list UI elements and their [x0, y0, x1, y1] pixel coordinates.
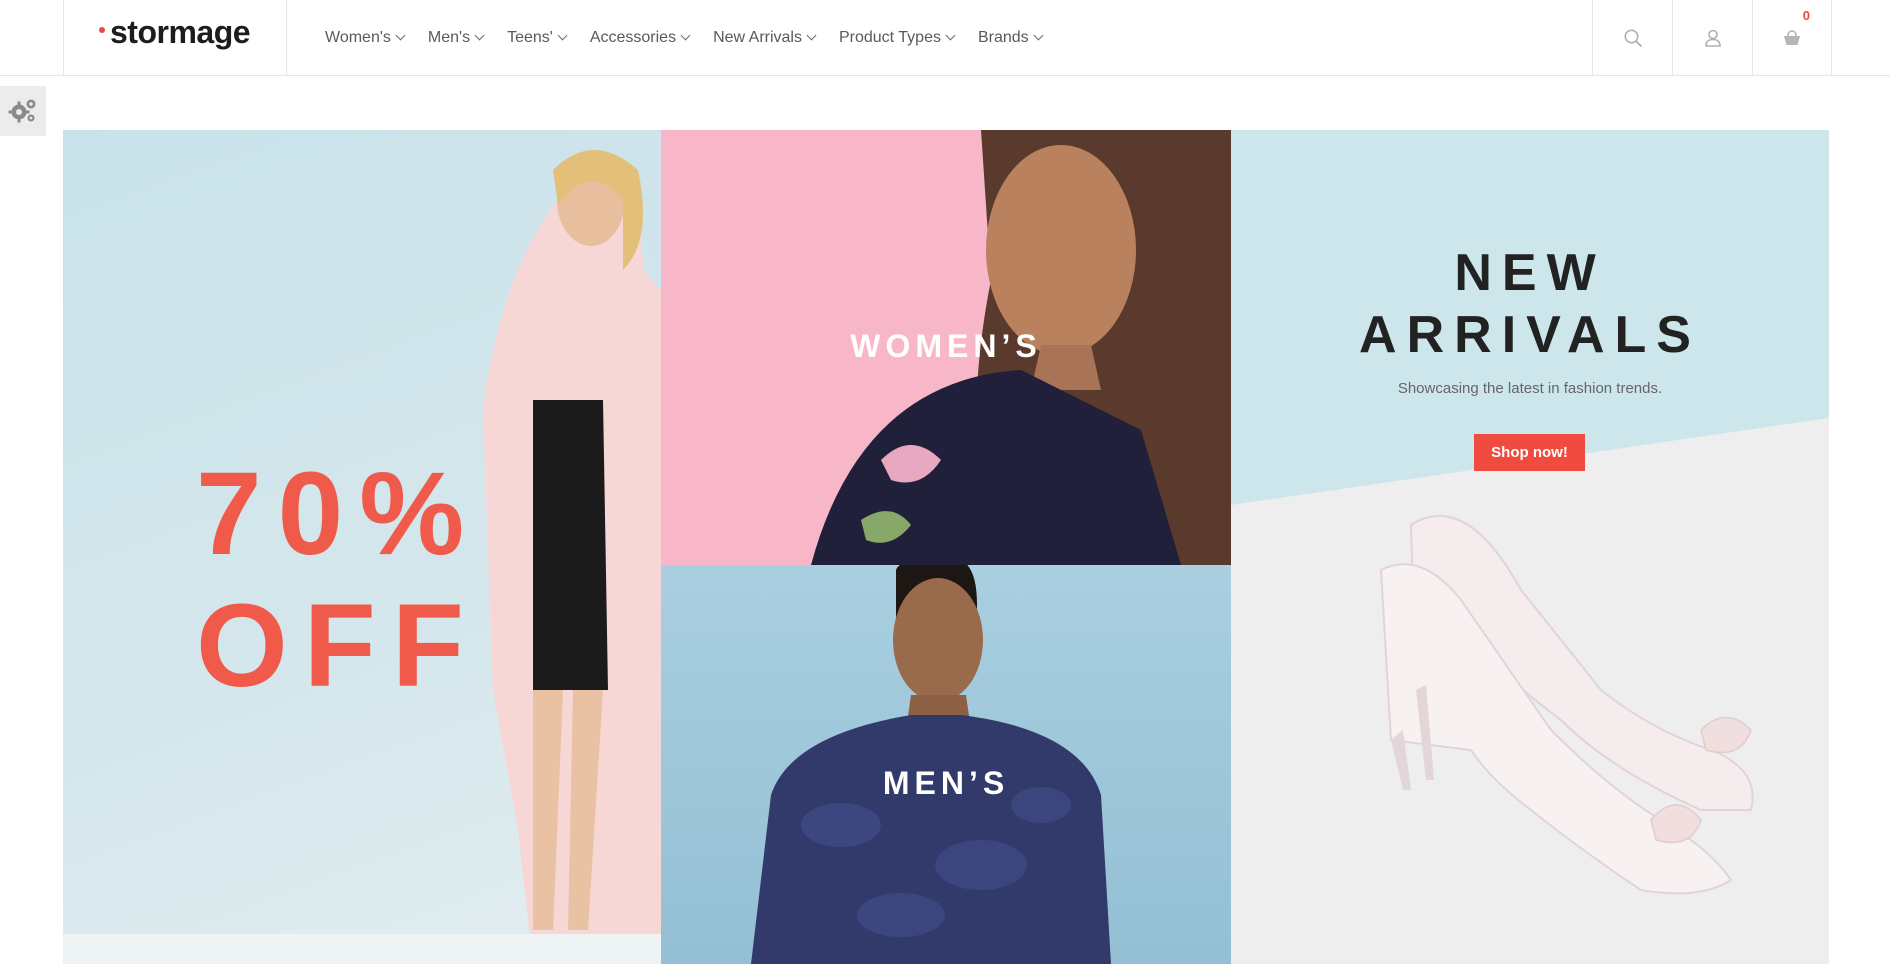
chevron-down-icon [680, 30, 691, 41]
account-button[interactable] [1672, 0, 1752, 75]
main-nav: Women's Men's Teens' Accessories New Arr… [325, 0, 1066, 75]
floor [63, 934, 661, 964]
new-arrivals-line2: ARRIVALS [1359, 306, 1701, 364]
new-arrivals-banner[interactable]: NEW ARRIVALS Showcasing the latest in fa… [1231, 130, 1829, 964]
nav-item-womens[interactable]: Women's [325, 28, 406, 47]
new-arrivals-subtitle: Showcasing the latest in fashion trends. [1397, 380, 1663, 397]
nav-item-label: Teens' [507, 28, 553, 46]
site-header: stormage Women's Men's Teens' Accessorie… [0, 0, 1890, 76]
gears-icon [8, 99, 36, 123]
womens-label: WOMEN’S [850, 328, 1042, 364]
chevron-down-icon [1033, 30, 1044, 41]
nav-item-accessories[interactable]: Accessories [589, 28, 691, 47]
site-logo[interactable]: stormage [110, 14, 251, 51]
shop-now-button[interactable]: Shop now! [1474, 434, 1585, 471]
nav-item-label: Women's [325, 28, 391, 46]
nav-item-label: New Arrivals [713, 28, 802, 46]
nav-item-brands[interactable]: Brands [977, 28, 1044, 47]
sale-banner[interactable]: 70% OFF [63, 130, 661, 964]
logo-area: stormage [63, 0, 287, 75]
cart-count-badge: 0 [1802, 8, 1810, 23]
chevron-down-icon [557, 30, 568, 41]
sale-percent: 70% [196, 448, 481, 580]
nav-item-mens[interactable]: Men's [427, 28, 485, 47]
nav-item-teens[interactable]: Teens' [507, 28, 568, 47]
search-button[interactable] [1592, 0, 1672, 75]
mens-label: MEN’S [882, 765, 1010, 801]
new-arrivals-heading: NEW ARRIVALS [1231, 242, 1829, 366]
chevron-down-icon [395, 30, 406, 41]
womens-banner[interactable]: WOMEN’S [661, 130, 1231, 565]
nav-item-new-arrivals[interactable]: New Arrivals [713, 28, 817, 47]
logo-dot [99, 27, 105, 33]
nav-item-label: Product Types [838, 28, 941, 46]
sale-headline: 70% OFF [196, 448, 480, 712]
cart-button[interactable]: 0 [1752, 0, 1832, 75]
nav-item-label: Men's [427, 28, 471, 46]
chevron-down-icon [806, 30, 817, 41]
search-icon [1624, 29, 1642, 47]
cart-icon [1784, 29, 1800, 45]
nav-item-product-types[interactable]: Product Types [838, 28, 956, 47]
settings-toggle[interactable] [0, 86, 46, 136]
user-icon [1704, 29, 1721, 47]
sale-off: OFF [196, 580, 480, 712]
mens-banner[interactable]: MEN’S [661, 565, 1231, 964]
new-arrivals-line1: NEW [1454, 244, 1606, 302]
chevron-down-icon [945, 30, 956, 41]
nav-item-label: Accessories [589, 28, 677, 46]
chevron-down-icon [474, 30, 485, 41]
nav-item-label: Brands [977, 28, 1029, 46]
